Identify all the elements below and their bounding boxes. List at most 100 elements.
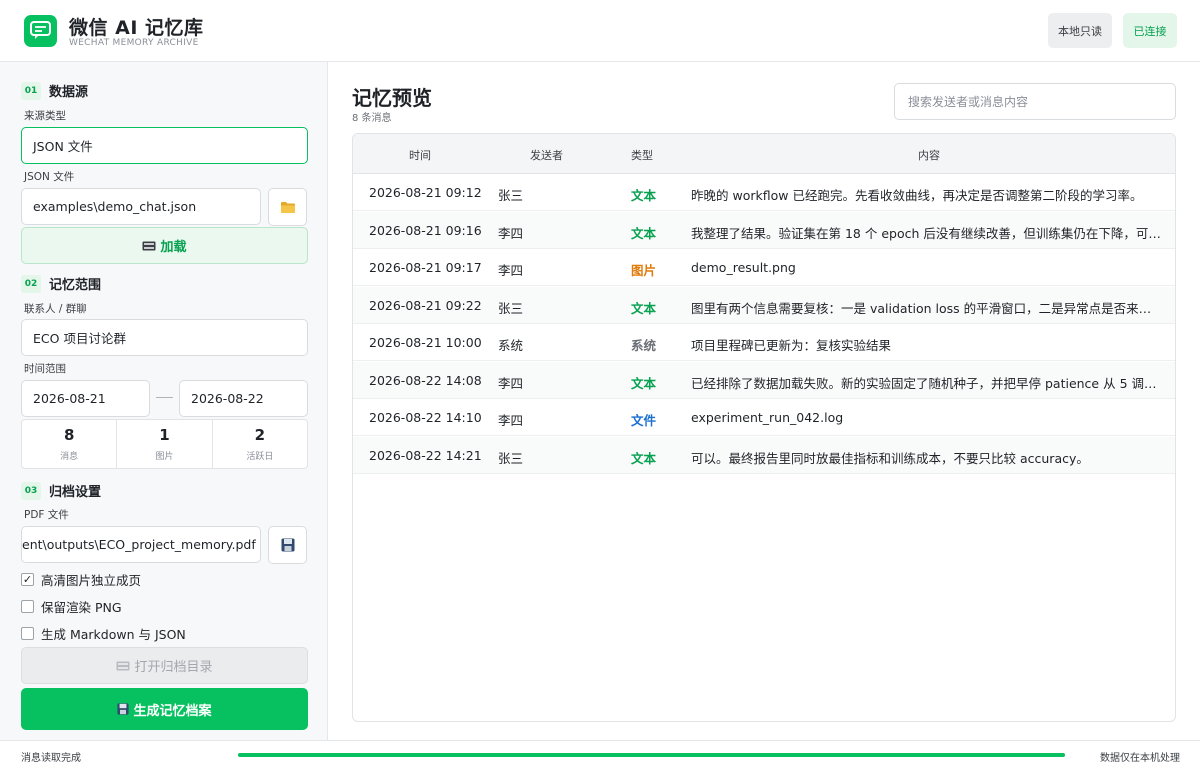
date-from-input[interactable]: 2026-08-21 xyxy=(21,380,150,417)
status-bar: 消息读取完成 数据仅在本机处理 xyxy=(0,740,1200,769)
save-pdf-button[interactable] xyxy=(268,526,307,564)
json-file-input[interactable]: examples\demo_chat.json xyxy=(21,188,261,225)
section-title: 数据源 xyxy=(49,85,89,100)
cell-type: 文本 xyxy=(631,225,657,241)
cell-sender: 张三 xyxy=(498,450,524,466)
cell-time: 2026-08-22 14:08 xyxy=(369,372,482,388)
source-type-select[interactable]: JSON 文件 xyxy=(21,127,308,164)
keyboard-icon xyxy=(116,661,130,671)
checkbox-icon[interactable] xyxy=(21,600,34,613)
section-number: 02 xyxy=(21,274,41,293)
local-only-badge[interactable]: 本地只读 xyxy=(1048,13,1112,48)
option-hd-images[interactable]: ✓ 高清图片独立成页 xyxy=(21,570,141,589)
table-row[interactable]: 2026-08-21 10:00 系统 系统 项目里程碑已更新为：复核实验结果 xyxy=(353,324,1175,361)
column-header-time[interactable]: 时间 xyxy=(409,147,431,163)
keyboard-icon xyxy=(142,241,156,251)
option-markdown-json[interactable]: 生成 Markdown 与 JSON xyxy=(21,624,186,643)
column-header-type[interactable]: 类型 xyxy=(631,147,653,163)
table-header: 时间 发送者 类型 内容 xyxy=(353,134,1175,174)
time-range-label: 时间范围 xyxy=(24,363,66,375)
status-text: 消息读取完成 xyxy=(21,753,81,764)
stat-value: 2 xyxy=(254,426,266,444)
date-to-input[interactable]: 2026-08-22 xyxy=(179,380,308,417)
column-header-content[interactable]: 内容 xyxy=(918,147,940,163)
cell-content: 可以。最终报告里同时放最佳指标和训练成本，不要只比较 accuracy。 xyxy=(691,450,1089,466)
option-label: 保留渲染 PNG xyxy=(41,600,122,615)
cell-sender: 张三 xyxy=(498,300,524,316)
stat-active-days: 2 活跃日 xyxy=(213,420,307,468)
section-header-source: 01 数据源 xyxy=(21,81,88,100)
table-row[interactable]: 2026-08-22 14:10 李四 文件 experiment_run_042.l… xyxy=(353,399,1175,436)
cell-sender: 李四 xyxy=(498,225,524,241)
table-row[interactable]: 2026-08-21 09:12 张三 文本 昨晚的 workflow 已经跑完。先看… xyxy=(353,174,1175,211)
section-header-archive: 03 归档设置 xyxy=(21,481,101,500)
load-button-label: 加载 xyxy=(160,240,187,255)
cell-type: 文本 xyxy=(631,188,657,203)
stat-value: 1 xyxy=(159,426,170,444)
connected-badge[interactable]: 已连接 xyxy=(1123,13,1177,48)
cell-time: 2026-08-21 10:00 xyxy=(369,335,482,350)
cell-type: 文本 xyxy=(631,375,657,391)
cell-sender: 李四 xyxy=(498,375,524,391)
generate-archive-button[interactable]: 生成记忆档案 xyxy=(21,688,308,730)
table-row[interactable]: 2026-08-22 14:08 李四 文本 已经排除了数据加载失败。新的实验固定了随… xyxy=(353,361,1175,399)
cell-type: 图片 xyxy=(631,263,657,278)
cell-type: 文件 xyxy=(631,413,657,428)
json-file-label: JSON 文件 xyxy=(24,171,75,183)
table-row[interactable]: 2026-08-21 09:17 李四 图片 demo_result.png xyxy=(353,249,1175,286)
date-range-separator xyxy=(156,397,173,398)
cell-time: 2026-08-22 14:21 xyxy=(369,447,482,463)
progress-bar xyxy=(238,753,1065,757)
column-header-sender[interactable]: 发送者 xyxy=(530,147,563,163)
stat-value: 8 xyxy=(63,426,75,444)
wechat-logo-icon xyxy=(24,15,57,47)
option-label: 生成 Markdown 与 JSON xyxy=(41,627,186,642)
cell-content: 图里有两个信息需要复核：一是 validation loss 的平滑窗口，二是异… xyxy=(691,300,1163,316)
cell-type: 系统 xyxy=(631,338,657,353)
checkbox-icon[interactable] xyxy=(21,627,34,640)
cell-content: 我整理了结果。验证集在第 18 个 epoch 后没有继续改善，但训练集仍在下降… xyxy=(691,225,1163,241)
table-row[interactable]: 2026-08-22 14:21 张三 文本 可以。最终报告里同时放最佳指标和训练成本… xyxy=(353,436,1175,474)
cell-sender: 张三 xyxy=(498,188,524,203)
option-keep-png[interactable]: 保留渲染 PNG xyxy=(21,597,122,616)
pdf-file-label: PDF 文件 xyxy=(24,509,69,521)
stats-panel: 8 消息 1 图片 2 活跃日 xyxy=(21,419,308,469)
checkbox-checked-icon[interactable]: ✓ xyxy=(21,573,34,586)
messages-table: 时间 发送者 类型 内容 2026-08-21 09:12 张三 文本 昨晚的 wor… xyxy=(352,133,1176,722)
app-subtitle: WECHAT MEMORY ARCHIVE xyxy=(69,38,199,48)
page-title: 记忆预览 xyxy=(352,86,432,110)
cell-content: 昨晚的 workflow 已经跑完。先看收敛曲线，再决定是否调整第二阶段的学习率… xyxy=(691,188,1143,203)
cell-time: 2026-08-21 09:12 xyxy=(369,185,482,200)
stat-label: 图片 xyxy=(155,452,174,462)
cell-time: 2026-08-22 14:10 xyxy=(369,410,482,425)
table-row[interactable]: 2026-08-21 09:22 张三 文本 图里有两个信息需要复核：一是 valid… xyxy=(353,286,1175,324)
app-header: 微信 AI 记忆库 WECHAT MEMORY ARCHIVE 本地只读 已连接 xyxy=(0,0,1200,62)
message-count: 8 条消息 xyxy=(352,113,392,124)
generate-archive-label: 生成记忆档案 xyxy=(133,703,212,719)
cell-sender: 系统 xyxy=(498,338,524,353)
open-archive-folder-button[interactable]: 打开归档目录 xyxy=(21,647,308,684)
option-label: 高清图片独立成页 xyxy=(41,573,142,588)
table-row[interactable]: 2026-08-21 09:16 李四 文本 我整理了结果。验证集在第 18 个 ep… xyxy=(353,211,1175,249)
cell-time: 2026-08-21 09:17 xyxy=(369,260,482,275)
section-number: 01 xyxy=(21,81,41,100)
load-button[interactable]: 加载 xyxy=(21,227,308,264)
browse-json-button[interactable] xyxy=(268,188,307,226)
pdf-file-value: ent\outputs\ECO_project_memory.pdf xyxy=(22,537,256,552)
cell-sender: 李四 xyxy=(498,413,524,428)
cell-content: demo_result.png xyxy=(691,260,796,275)
pdf-file-input[interactable]: ent\outputs\ECO_project_memory.pdf xyxy=(21,526,261,563)
cell-time: 2026-08-21 09:22 xyxy=(369,297,482,313)
open-archive-folder-label: 打开归档目录 xyxy=(134,660,213,675)
contact-select[interactable]: ECO 项目讨论群 xyxy=(21,319,308,356)
stat-messages: 8 消息 xyxy=(22,420,118,468)
cell-sender: 李四 xyxy=(498,263,524,278)
app-title: 微信 AI 记忆库 xyxy=(69,17,204,39)
floppy-disk-icon xyxy=(281,538,294,552)
privacy-note: 数据仅在本机处理 xyxy=(1100,753,1180,764)
contact-label: 联系人 / 群聊 xyxy=(24,303,87,315)
progress-bar-fill xyxy=(238,753,1065,757)
cell-type: 文本 xyxy=(631,450,657,466)
cell-content: 已经排除了数据加载失败。新的实验固定了随机种子，并把早停 patience 从 … xyxy=(691,375,1163,391)
search-input[interactable] xyxy=(894,83,1176,120)
